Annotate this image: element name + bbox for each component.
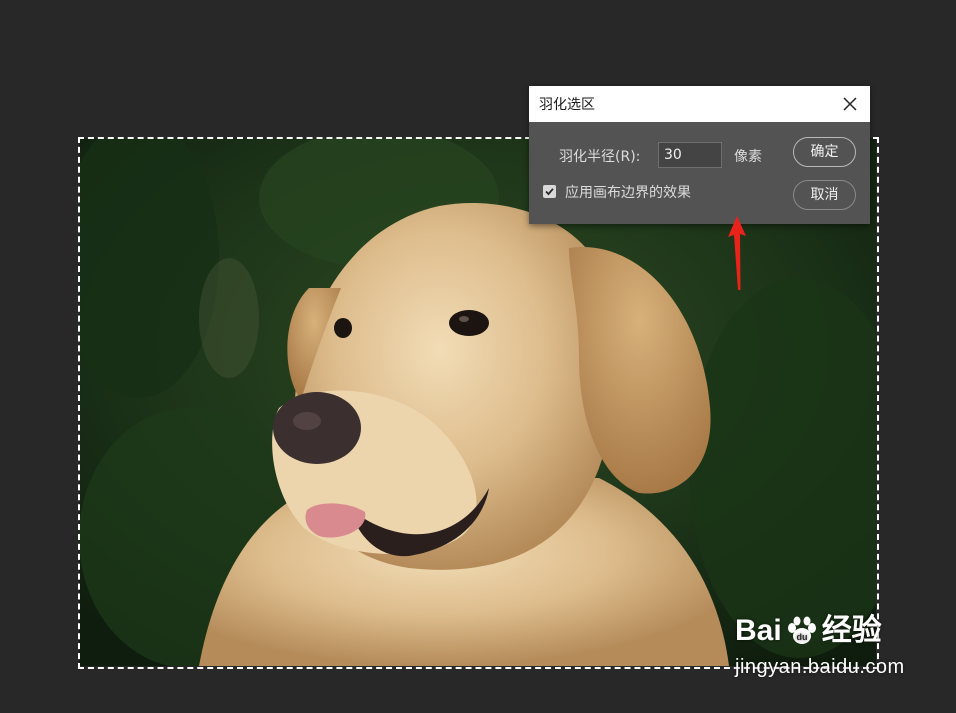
watermark-url: jingyan.baidu.com <box>735 656 905 678</box>
close-icon <box>843 97 857 111</box>
feather-radius-label: 羽化半径(R): <box>559 149 641 165</box>
baidu-jingyan-watermark: Bai du 经验 jingyan.baidu.com <box>735 614 905 679</box>
watermark-brand-right: 经验 <box>821 614 882 647</box>
apply-canvas-bounds-label: 应用画布边界的效果 <box>565 185 691 201</box>
dialog-title: 羽化选区 <box>539 97 595 113</box>
dialog-titlebar[interactable]: 羽化选区 <box>529 86 870 122</box>
close-button[interactable] <box>836 90 864 118</box>
apply-canvas-bounds-checkbox[interactable] <box>543 185 556 198</box>
radius-unit-label: 像素 <box>734 149 762 165</box>
svg-text:du: du <box>796 632 807 642</box>
baidu-paw-icon: du <box>787 616 816 644</box>
feather-selection-dialog: 羽化选区 羽化半径(R): 像素 确定 取消 应用画布边界的效果 <box>529 86 870 224</box>
cancel-button[interactable]: 取消 <box>793 180 856 210</box>
watermark-brand-left: Bai <box>735 614 782 647</box>
ok-button[interactable]: 确定 <box>793 137 856 167</box>
checkmark-icon <box>545 188 554 196</box>
feather-radius-input[interactable] <box>658 142 722 168</box>
red-up-arrow-icon <box>728 216 746 290</box>
